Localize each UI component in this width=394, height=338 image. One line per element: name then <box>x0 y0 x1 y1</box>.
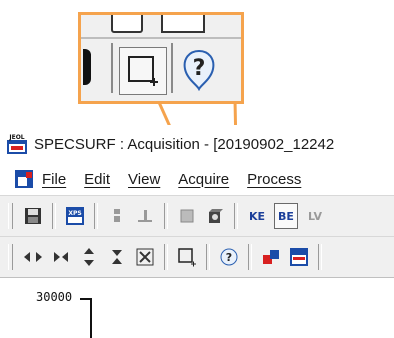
lv-button[interactable]: LV <box>304 204 326 228</box>
expand-horizontal-icon[interactable] <box>22 245 44 269</box>
toolbar-separator <box>164 203 168 229</box>
ke-button[interactable]: KE <box>246 204 268 228</box>
specsurf-app-icon: JEOL <box>6 133 28 155</box>
box-3d-icon[interactable] <box>204 204 226 228</box>
toolbar-separator <box>318 244 322 270</box>
expand-vertical-icon[interactable] <box>78 245 100 269</box>
application-window: JEOL SPECSURF : Acquisition - [20190902_… <box>0 125 394 338</box>
toolbar-separator <box>164 244 168 270</box>
toolbar-separator <box>234 203 238 229</box>
view-toolbar: ? <box>0 236 394 277</box>
spectrum-view-icon[interactable] <box>288 245 310 269</box>
y-tick-label: 30000 <box>36 290 73 304</box>
toolbar-separator <box>52 203 56 229</box>
menu-file[interactable]: File <box>42 171 66 188</box>
menu-bar: File Edit View Acquire Process <box>0 163 394 195</box>
menu-acquire[interactable]: Acquire <box>178 171 229 188</box>
xps-icon[interactable]: XPS <box>64 204 86 228</box>
y-axis <box>90 298 92 338</box>
compare-spectra-icon[interactable] <box>260 245 282 269</box>
main-toolbar: XPS KE BE LV <box>0 195 394 236</box>
peak-icon[interactable] <box>106 204 128 228</box>
menu-process[interactable]: Process <box>247 171 301 188</box>
toolbar-grip[interactable] <box>8 203 13 229</box>
zoom-toolbar-top <box>81 15 241 39</box>
save-icon[interactable] <box>22 204 44 228</box>
toolbar-separator <box>248 244 252 270</box>
toolbar-separator <box>206 244 210 270</box>
help-icon[interactable]: ? <box>218 245 240 269</box>
layers-icon[interactable] <box>176 204 198 228</box>
menu-edit[interactable]: Edit <box>84 171 110 188</box>
be-button[interactable]: BE <box>274 203 298 229</box>
shrink-vertical-icon[interactable] <box>106 245 128 269</box>
zoom-callout: ? <box>78 12 244 104</box>
toolbar-separator <box>94 203 98 229</box>
add-region-icon[interactable] <box>176 245 198 269</box>
add-region-icon[interactable] <box>119 47 167 95</box>
shrink-horizontal-icon[interactable] <box>50 245 72 269</box>
svg-text:XPS: XPS <box>68 210 81 217</box>
window-title: SPECSURF : Acquisition - [20190902_12242 <box>34 135 335 153</box>
toolbar-grip[interactable] <box>8 244 13 270</box>
spectrum-plot-area[interactable]: 30000 <box>0 277 394 338</box>
svg-text:JEOL: JEOL <box>8 134 24 141</box>
menu-view[interactable]: View <box>128 171 160 188</box>
title-bar: JEOL SPECSURF : Acquisition - [20190902_… <box>0 125 394 163</box>
svg-text:?: ? <box>226 251 232 264</box>
document-icon[interactable] <box>14 169 34 189</box>
svg-text:?: ? <box>193 56 206 81</box>
help-icon[interactable]: ? <box>179 47 219 92</box>
shrink-all-icon[interactable] <box>134 245 156 269</box>
baseline-icon[interactable] <box>134 204 156 228</box>
zoom-toolbar-bottom: ? <box>81 39 241 101</box>
